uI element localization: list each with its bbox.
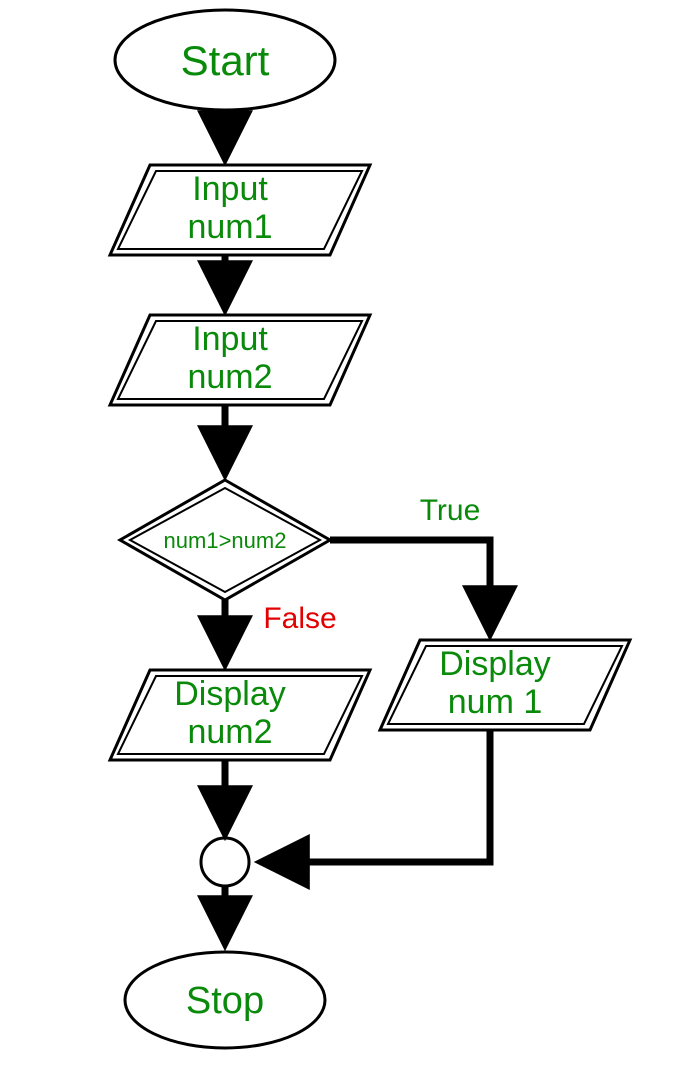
input-num2-process: Input num2 xyxy=(110,315,370,405)
display-num1-line2: num 1 xyxy=(448,683,543,721)
input2-label-line2: num2 xyxy=(187,358,272,396)
decision-label: num1>num2 xyxy=(164,528,287,553)
display-num2-line1: Display xyxy=(174,675,285,713)
connector-circle xyxy=(201,838,249,886)
true-branch-arrow: True xyxy=(330,494,490,630)
display-num1-process: Display num 1 xyxy=(380,640,630,730)
start-terminal: Start xyxy=(115,10,335,110)
false-label: False xyxy=(263,602,336,635)
stop-label: Stop xyxy=(186,980,264,1022)
flowchart-diagram: Start Input num1 Input num2 num1>num2 Tr… xyxy=(0,0,682,1080)
arrow-displaynum1-to-connector xyxy=(265,730,490,862)
input1-label-line1: Input xyxy=(192,170,268,208)
stop-terminal: Stop xyxy=(125,952,325,1048)
decision-num1-gt-num2: num1>num2 xyxy=(120,480,330,600)
false-branch-arrow: False xyxy=(225,600,337,660)
display-num2-process: Display num2 xyxy=(110,670,370,760)
input2-label-line1: Input xyxy=(192,320,268,358)
true-label: True xyxy=(420,494,481,527)
input-num1-process: Input num1 xyxy=(110,165,370,255)
display-num2-line2: num2 xyxy=(187,713,272,751)
input1-label-line2: num1 xyxy=(187,208,272,246)
display-num1-line1: Display xyxy=(439,645,550,683)
start-label: Start xyxy=(181,37,270,84)
